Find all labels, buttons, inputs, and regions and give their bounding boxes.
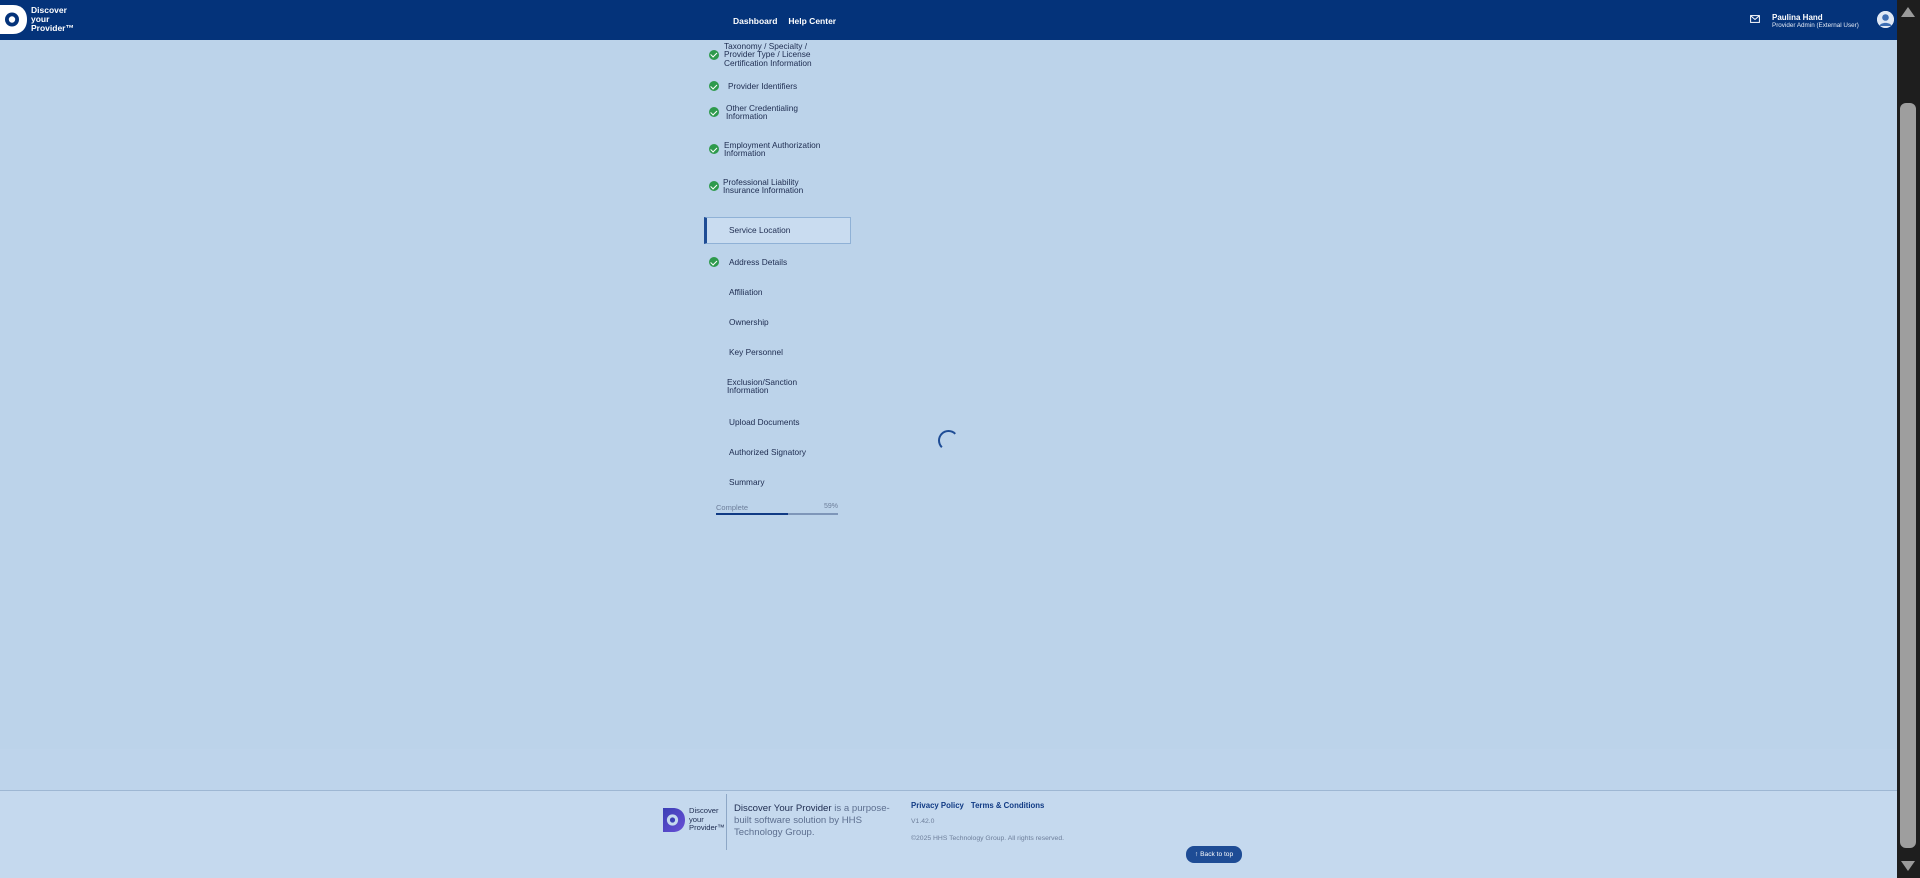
footer-logo-mark-icon [663, 807, 685, 832]
loading-spinner-icon [938, 430, 959, 451]
step-label: Provider Identifiers [728, 80, 798, 91]
step-item[interactable]: Professional Liability Insurance Informat… [704, 173, 851, 199]
step-item[interactable]: Ownership [704, 313, 851, 331]
user-avatar-icon [1877, 11, 1894, 28]
progress-percent: 59% [823, 503, 838, 510]
back-to-top-label: Back to top [1200, 851, 1234, 858]
step-label: Authorized Signatory [729, 446, 807, 457]
step-label-line: Information [727, 384, 769, 395]
progress-track [716, 513, 838, 515]
step-item[interactable]: Employment Authorization Information [704, 136, 851, 162]
step-item[interactable]: Exclusion/Sanction Information [704, 373, 851, 399]
footer-product-name: Discover Your Provider [734, 803, 832, 814]
check-circle-icon [709, 144, 719, 154]
step-item[interactable]: Address Details [704, 253, 851, 271]
footer-description: Discover Your Provider is a purpose-buil… [734, 803, 894, 839]
footer: Discover your Provider™ Discover Your Pr… [0, 791, 1897, 878]
step-label: Professional Liability Insurance Informat… [723, 177, 804, 195]
step-label-line: Insurance Information [723, 184, 804, 195]
privacy-policy-link[interactable]: Privacy Policy [911, 801, 964, 810]
step-label-line: Provider Identifiers [728, 80, 798, 91]
footer-vertical-divider [726, 794, 727, 850]
step-label: Exclusion/Sanction Information [727, 377, 797, 395]
top-navigation-bar: Discover your Provider™ Dashboard Help C… [0, 0, 1897, 40]
step-label-line: Information [724, 147, 766, 158]
completion-progress: Complete 59% [716, 503, 838, 515]
check-circle-icon [709, 49, 719, 60]
step-item[interactable]: Taxonomy / Specialty / Provider Type / Li… [704, 41, 851, 68]
step-label: Upload Documents [729, 416, 800, 427]
nav-dashboard-link[interactable]: Dashboard [733, 16, 777, 26]
step-label: Service Location [729, 225, 791, 236]
back-to-top-button[interactable]: ↑ Back to top [1186, 846, 1242, 863]
footer-brand-name: Discover your Provider™ [689, 806, 725, 833]
step-label-line: Affiliation [729, 286, 763, 297]
footer-brand-logo: Discover your Provider™ [663, 806, 725, 833]
progress-fill [716, 513, 788, 515]
app-version: V1.42.0 [911, 818, 935, 825]
check-circle-icon [709, 257, 719, 267]
scroll-thumb[interactable] [1900, 103, 1916, 848]
arrow-up-icon: ↑ [1194, 851, 1199, 858]
scroll-up-arrow-icon[interactable] [1901, 7, 1915, 17]
step-label-line: Ownership [729, 316, 769, 327]
step-label: Affiliation [729, 286, 763, 297]
step-label-line: Information [726, 110, 768, 121]
step-label-line: Address Details [729, 256, 788, 267]
step-label: Employment Authorization Information [724, 140, 820, 158]
step-label-line: Summary [729, 476, 765, 487]
content-bottom-area [0, 749, 1897, 790]
logo-mark-icon [0, 5, 27, 34]
user-menu[interactable]: Paulina Hand Provider Admin (External Us… [1772, 13, 1859, 30]
user-name: Paulina Hand [1772, 13, 1823, 22]
step-label-line: Certification Information [724, 57, 812, 68]
step-label: Summary [729, 476, 765, 487]
nav-help-center-link[interactable]: Help Center [788, 16, 836, 26]
step-item[interactable]: Service Location [704, 217, 851, 244]
step-label: Other Credentialing Information [726, 103, 798, 121]
brand-logo[interactable]: Discover your Provider™ [0, 5, 74, 34]
terms-conditions-link[interactable]: Terms & Conditions [971, 801, 1045, 810]
step-item[interactable]: Affiliation [704, 283, 851, 301]
mail-icon[interactable] [1750, 15, 1760, 23]
check-circle-icon [709, 81, 719, 91]
step-label-line: Upload Documents [729, 416, 800, 427]
step-label: Taxonomy / Specialty / Provider Type / Li… [724, 42, 812, 67]
step-item[interactable]: Other Credentialing Information [704, 99, 851, 125]
step-label: Ownership [729, 316, 769, 327]
step-label-line: Service Location [729, 225, 791, 236]
step-label-line: Authorized Signatory [729, 446, 807, 457]
step-label: Address Details [729, 256, 788, 267]
main-navigation: Dashboard Help Center [733, 16, 836, 26]
brand-name: Discover your Provider™ [31, 6, 74, 33]
step-item[interactable]: Upload Documents [704, 413, 851, 431]
check-circle-icon [709, 181, 719, 191]
progress-label: Complete [716, 503, 749, 512]
vertical-scrollbar[interactable] [1897, 0, 1920, 878]
step-item[interactable]: Authorized Signatory [704, 443, 851, 461]
step-label-line: Key Personnel [729, 346, 783, 357]
brand-line: Provider™ [31, 23, 74, 33]
step-item[interactable]: Summary [704, 473, 851, 491]
step-label: Key Personnel [729, 346, 783, 357]
step-item[interactable]: Key Personnel [704, 343, 851, 361]
check-circle-icon [709, 107, 719, 117]
footer-brand-line: Provider™ [689, 823, 725, 832]
step-item[interactable]: Provider Identifiers [704, 76, 851, 96]
footer-links: Privacy Policy Terms & Conditions [911, 801, 1044, 810]
scroll-down-arrow-icon[interactable] [1901, 861, 1915, 871]
user-role: Provider Admin (External User) [1772, 22, 1859, 29]
avatar[interactable] [1877, 11, 1894, 28]
copyright-text: ©2025 HHS Technology Group. All rights r… [911, 835, 1064, 842]
